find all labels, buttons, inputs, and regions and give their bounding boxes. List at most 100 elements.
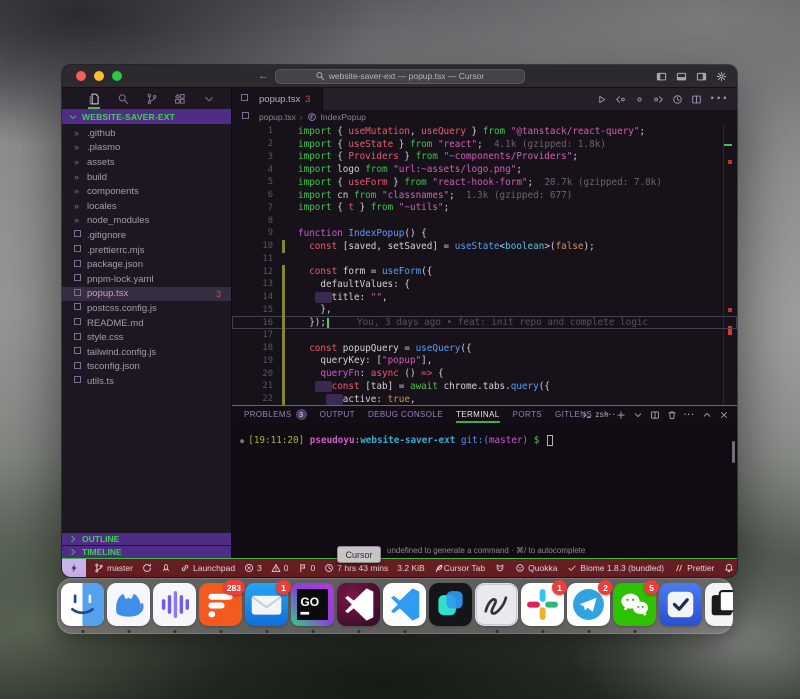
tab-popup-tsx[interactable]: popup.tsx 3: [232, 88, 323, 110]
terminal-scrollbar[interactable]: [732, 441, 735, 463]
zoom-window-button[interactable]: [112, 71, 122, 81]
panel-tab-output[interactable]: OUTPUT: [320, 406, 355, 423]
code-line-16[interactable]: 16 });You, 3 days ago • feat: init repo …: [232, 316, 737, 329]
code-line-12[interactable]: 12 const form = useForm({: [232, 265, 737, 278]
code-line-17[interactable]: 17: [232, 329, 737, 342]
command-center-search[interactable]: website-saver-ext — popup.tsx — Cursor: [275, 69, 525, 84]
sidebar-item-.github[interactable]: ».github: [62, 126, 231, 141]
sidebar-item-locales[interactable]: »locales: [62, 199, 231, 214]
code-line-7[interactable]: 7import { t } from "~utils";: [232, 202, 737, 215]
breadcrumb-symbol[interactable]: IndexPopup: [321, 112, 366, 122]
dock-app-stacked-windows-app[interactable]: [705, 583, 733, 626]
sidebar-item-tsconfig.json[interactable]: tsconfig.json: [62, 360, 231, 375]
breadcrumb[interactable]: popup.tsx › IndexPopup: [232, 110, 737, 124]
activity-explorer[interactable]: [88, 93, 100, 105]
dock-app-rss-reader[interactable]: 283: [199, 583, 242, 626]
status-warnings-count[interactable]: 0: [271, 563, 289, 573]
panel-tab-ports[interactable]: PORTS: [513, 406, 542, 423]
status-remote-indicator[interactable]: [62, 559, 86, 577]
sidebar-item-assets[interactable]: »assets: [62, 155, 231, 170]
code-area[interactable]: 1import { useMutation, useQuery } from "…: [232, 124, 737, 405]
minimize-window-button[interactable]: [94, 71, 104, 81]
status-notifications-bell[interactable]: [724, 563, 734, 573]
status-file-size[interactable]: 3.2 KiB: [397, 563, 424, 573]
code-line-10[interactable]: 10 const [saved, setSaved] = useState<bo…: [232, 240, 737, 253]
dock-app-finder[interactable]: [61, 583, 104, 626]
sidebar-section-timeline[interactable]: TIMELINE: [62, 545, 231, 558]
terminal-dropdown[interactable]: [633, 410, 643, 420]
panel-left-icon[interactable]: [656, 71, 667, 82]
dock-app-scribble-app[interactable]: [475, 583, 518, 626]
terminal[interactable]: ●[19:11:20] pseudoyu:website-saver-ext g…: [232, 423, 737, 558]
status-wakatime[interactable]: 7 hrs 43 mins: [324, 563, 388, 573]
code-line-13[interactable]: 13 defaultValues: {: [232, 278, 737, 291]
code-line-3[interactable]: 3import { Providers } from "~components/…: [232, 151, 737, 164]
split-terminal-icon[interactable]: [650, 410, 660, 420]
dock-app-telegram[interactable]: 2: [567, 583, 610, 626]
dock-app-wechat[interactable]: 5: [613, 583, 656, 626]
status-copilot-cat[interactable]: [495, 563, 505, 573]
code-line-20[interactable]: 20 queryFn: async () => {: [232, 367, 737, 380]
status-errors-count[interactable]: 3: [244, 563, 262, 573]
close-window-button[interactable]: [76, 71, 86, 81]
settings-gear-icon[interactable]: [716, 71, 727, 82]
panel-tab-terminal[interactable]: TERMINAL: [456, 406, 500, 423]
panel-bottom-icon[interactable]: [676, 71, 687, 82]
dock-app-fox-app[interactable]: [107, 583, 150, 626]
sidebar-item-postcss.config.js[interactable]: postcss.config.js: [62, 301, 231, 316]
sidebar-item-popup.tsx[interactable]: popup.tsx3: [62, 287, 231, 302]
code-line-22[interactable]: 22 active: true,: [232, 393, 737, 405]
dock-app-tasks-app[interactable]: [659, 583, 702, 626]
dock-app-vscode[interactable]: [383, 583, 426, 626]
status-quokka[interactable]: Quokka: [515, 563, 557, 573]
dock-app-cursor[interactable]: [337, 583, 380, 626]
code-line-14[interactable]: 14 title: "",: [232, 291, 737, 304]
sidebar-item-node_modules[interactable]: »node_modules: [62, 214, 231, 229]
code-line-8[interactable]: 8: [232, 214, 737, 227]
activity-search[interactable]: [117, 93, 129, 105]
sidebar-item-.plasmo[interactable]: ».plasmo: [62, 141, 231, 156]
code-line-18[interactable]: 18 const popupQuery = useQuery({: [232, 342, 737, 355]
sidebar-item-build[interactable]: »build: [62, 170, 231, 185]
new-terminal-button[interactable]: [616, 410, 626, 420]
panel-right-icon[interactable]: [696, 71, 707, 82]
sidebar-item-utils.ts[interactable]: utils.ts: [62, 374, 231, 389]
kill-terminal-icon[interactable]: [667, 410, 677, 420]
explorer-section-header[interactable]: WEBSITE-SAVER-EXT: [62, 109, 231, 124]
status-git-branch[interactable]: master: [94, 563, 133, 573]
code-line-4[interactable]: 4import logo from "url:~assets/logo.png"…: [232, 163, 737, 176]
status-launchpad[interactable]: Launchpad: [180, 563, 235, 573]
status-prettier[interactable]: Prettier: [674, 563, 714, 573]
activity-extensions[interactable]: [174, 93, 186, 105]
status-cursor-tab[interactable]: Cursor Tab: [444, 563, 485, 573]
code-line-2[interactable]: 2import { useState } from "react"; 4.1k …: [232, 138, 737, 151]
breadcrumb-file[interactable]: popup.tsx: [259, 112, 296, 122]
code-line-5[interactable]: 5import { useForm } from "react-hook-for…: [232, 176, 737, 189]
code-line-21[interactable]: 21 const [tab] = await chrome.tabs.query…: [232, 380, 737, 393]
code-line-1[interactable]: 1import { useMutation, useQuery } from "…: [232, 125, 737, 138]
panel-tab-debug-console[interactable]: DEBUG CONSOLE: [368, 406, 443, 423]
code-line-6[interactable]: 6import cn from "classnames"; 1.3k (gzip…: [232, 189, 737, 202]
status-git-sync[interactable]: [142, 563, 152, 573]
sidebar-item-pnpm-lock.yaml[interactable]: pnpm-lock.yaml: [62, 272, 231, 287]
panel-tab-problems[interactable]: PROBLEMS3: [244, 406, 307, 423]
activity-chevron-down[interactable]: [203, 93, 215, 105]
dock-app-slack[interactable]: 1: [521, 583, 564, 626]
status-biome[interactable]: Biome 1.8.3 (bundled): [567, 563, 664, 573]
status-gitlens-launchpad-rocket[interactable]: [161, 563, 171, 573]
nav-back-arrow[interactable]: ←: [258, 70, 269, 82]
activity-source-control[interactable]: [146, 93, 158, 105]
status-quill[interactable]: [434, 563, 444, 573]
code-line-15[interactable]: 15 },: [232, 304, 737, 317]
status-todo-count[interactable]: 0: [298, 563, 316, 573]
sidebar-item-.gitignore[interactable]: .gitignore: [62, 228, 231, 243]
sidebar-item-package.json[interactable]: package.json: [62, 257, 231, 272]
sidebar-section-outline[interactable]: OUTLINE: [62, 532, 231, 545]
code-line-9[interactable]: 9function IndexPopup() {: [232, 227, 737, 240]
code-line-19[interactable]: 19 queryKey: ["popup"],: [232, 355, 737, 368]
sidebar-item-components[interactable]: »components: [62, 184, 231, 199]
maximize-panel-icon[interactable]: [702, 410, 712, 420]
dock-app-goland[interactable]: GO: [291, 583, 334, 626]
dock-app-soundwave-app[interactable]: [153, 583, 196, 626]
sidebar-item-README.md[interactable]: README.md: [62, 316, 231, 331]
